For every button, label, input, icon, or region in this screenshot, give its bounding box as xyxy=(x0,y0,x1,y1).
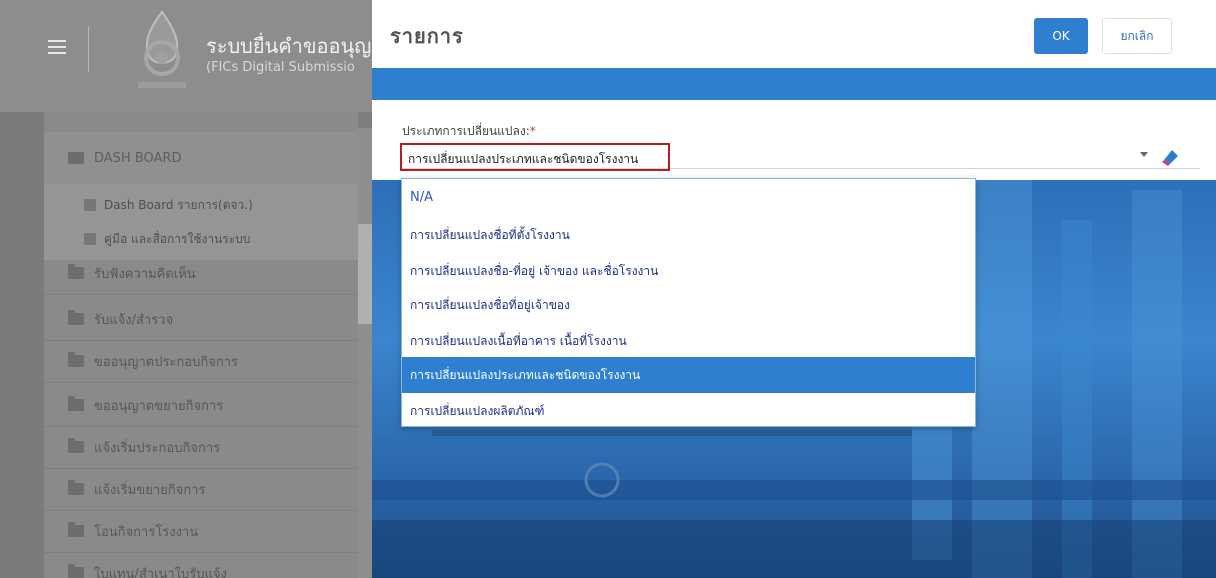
sidebar-subpanel: Dash Board รายการ(ตจว.) คู่มือ และสื่อกา… xyxy=(44,184,358,260)
sidebar-subitem-label: Dash Board รายการ(ตจว.) xyxy=(104,197,253,212)
required-mark: * xyxy=(529,124,536,138)
sidebar-item-expand-license[interactable]: ขออนุญาตขยายกิจการ xyxy=(44,384,358,427)
dropdown-option-selected[interactable]: การเปลี่ยนแปลงประเภทและชนิดของโรงงาน xyxy=(402,357,975,393)
cancel-button[interactable]: ยกเลิก xyxy=(1102,18,1172,54)
sidebar-item-transfer[interactable]: โอนกิจการโรงงาน xyxy=(44,510,358,553)
sidebar-item-label: ขออนุญาตประกอบกิจการ xyxy=(94,354,238,370)
sidebar-item-label: แจ้งเริ่มประกอบกิจการ xyxy=(94,440,221,456)
folder-icon xyxy=(68,152,84,164)
sidebar: DASH BOARD Dash Board รายการ(ตจว.) คู่มื… xyxy=(44,112,358,578)
pencil-icon xyxy=(84,233,96,245)
sidebar-item-label: โอนกิจการโรงงาน xyxy=(94,524,199,540)
chevron-down-icon[interactable] xyxy=(1140,152,1148,157)
folder-icon xyxy=(68,264,84,279)
sidebar-item-dashboard[interactable]: DASH BOARD xyxy=(44,132,358,185)
change-type-dropdown: N/A การเปลี่ยนแปลงชื่อที่ตั้งโรงงาน การเ… xyxy=(401,178,976,427)
sidebar-item-start-business[interactable]: แจ้งเริ่มประกอบกิจการ xyxy=(44,426,358,469)
sidebar-item-label: รับฟังความคิดเห็น xyxy=(94,266,196,282)
content-peek xyxy=(358,128,372,578)
sidebar-subitem-manual[interactable]: คู่มือ และสื่อการใช้งานระบบ xyxy=(44,222,358,256)
sidebar-item-license[interactable]: ขออนุญาตประกอบกิจการ xyxy=(44,340,358,383)
folder-icon xyxy=(68,522,84,537)
hamburger-icon[interactable] xyxy=(48,40,66,54)
sidebar-item-replacement[interactable]: ใบแทน/สำเนาใบรับแจ้ง xyxy=(44,552,358,578)
content-peek-box xyxy=(358,224,372,324)
sidebar-item-survey[interactable]: รับแจ้ง/สำรวจ xyxy=(44,298,358,341)
app-title: ระบบยื่นคำขออนุญ xyxy=(206,34,372,58)
table-icon xyxy=(84,199,96,211)
dropdown-option[interactable]: การเปลี่ยนแปลงชื่อที่อยู่เจ้าของ xyxy=(402,287,975,323)
folder-icon xyxy=(68,564,84,578)
dropdown-option[interactable]: การเปลี่ยนแปลงชื่อ-ที่อยู่ เจ้าของ และชื… xyxy=(402,253,975,289)
dropdown-option[interactable]: การเปลี่ยนแปลงชื่อที่ตั้งโรงงาน xyxy=(402,217,975,253)
modal-accent-bar xyxy=(372,68,1216,100)
sidebar-subitem-dashboard-list[interactable]: Dash Board รายการ(ตจว.) xyxy=(44,188,358,222)
sidebar-item-label: รับแจ้ง/สำรวจ xyxy=(94,312,174,328)
dropdown-option[interactable]: N/A xyxy=(402,181,975,217)
sidebar-subitem-label: คู่มือ และสื่อการใช้งานระบบ xyxy=(104,231,251,246)
sidebar-item-label: DASH BOARD xyxy=(94,150,182,166)
change-type-select[interactable]: การเปลี่ยนแปลงประเภทและชนิดของโรงงาน xyxy=(400,143,670,171)
modal-header: รายการ OK ยกเลิก xyxy=(372,0,1216,68)
field-label-text: ประเภทการเปลี่ยนแปลง: xyxy=(402,124,530,138)
sidebar-item-feedback[interactable]: รับฟังความคิดเห็น xyxy=(44,252,358,295)
sidebar-item-start-expansion[interactable]: แจ้งเริ่มขยายกิจการ xyxy=(44,468,358,511)
folder-icon xyxy=(68,352,84,367)
header-divider xyxy=(88,26,89,72)
sidebar-item-label: ขออนุญาตขยายกิจการ xyxy=(94,398,224,414)
change-type-label: ประเภทการเปลี่ยนแปลง:* xyxy=(402,122,536,141)
sidebar-item-label: แจ้งเริ่มขยายกิจการ xyxy=(94,482,206,498)
folder-icon xyxy=(68,396,84,411)
sidebar-item-label: ใบแทน/สำเนาใบรับแจ้ง xyxy=(94,566,227,578)
folder-icon xyxy=(68,480,84,495)
left-gutter xyxy=(0,112,44,578)
folder-icon xyxy=(68,438,84,453)
app-header: ระบบยื่นคำขออนุญ (FICs Digital Submissio xyxy=(0,0,372,112)
modal-title: รายการ xyxy=(390,24,464,48)
logo-icon xyxy=(138,10,186,88)
ok-button[interactable]: OK xyxy=(1034,18,1088,54)
folder-icon xyxy=(68,310,84,325)
dropdown-option[interactable]: การเปลี่ยนแปลงผลิตภัณฑ์ xyxy=(402,393,975,429)
eraser-icon[interactable] xyxy=(1158,144,1182,168)
dropdown-option[interactable]: การเปลี่ยนแปลงเนื้อที่อาคาร เนื้อที่โรงง… xyxy=(402,323,975,359)
app-subtitle: (FICs Digital Submissio xyxy=(206,60,355,75)
